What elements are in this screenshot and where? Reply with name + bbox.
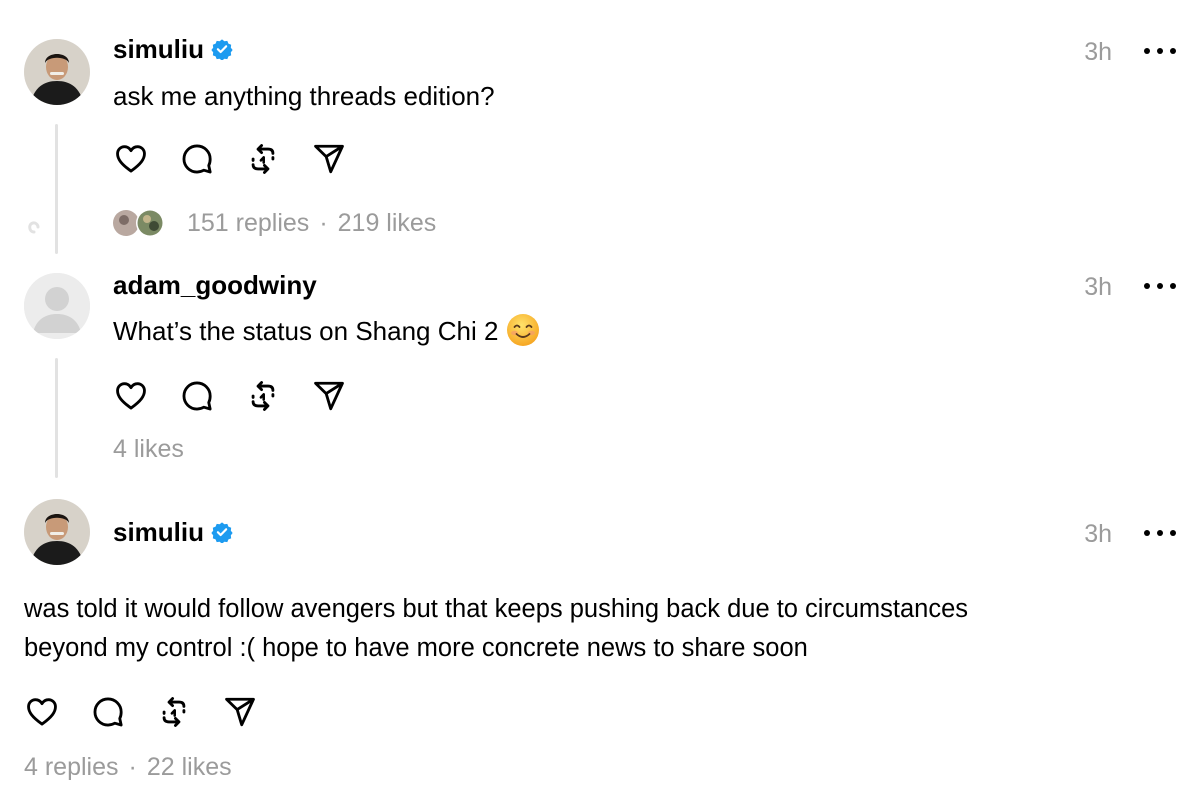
post-text: What’s the status on Shang Chi 2 [113,312,540,350]
reply-button[interactable] [179,141,215,177]
comment-icon [93,697,123,727]
post-stats: 4 likes [113,434,184,464]
send-icon [225,697,255,727]
replier-avatars [112,207,172,239]
smiling-face-emoji [507,314,540,346]
verified-badge-icon [211,522,233,543]
post-username[interactable]: simuliu [113,32,233,66]
like-button[interactable] [24,694,60,730]
more-icon[interactable] [1144,523,1176,543]
stats-separator: · [319,209,328,237]
post-timestamp: 3h [1084,273,1112,301]
post-timestamp: 3h [1084,520,1112,548]
username-text[interactable]: simuliu [113,32,204,66]
post-actions [24,694,288,730]
more-icon[interactable] [1144,41,1176,61]
comment-icon [182,381,212,411]
share-button[interactable] [311,141,347,177]
verified-badge-icon [211,39,233,60]
comment-icon [182,144,212,174]
username-text[interactable]: simuliu [113,515,204,549]
repost-icon [251,144,275,174]
like-button[interactable] [113,141,149,177]
thread-line [55,124,58,254]
heart-icon [27,698,57,726]
replies-count[interactable]: 4 replies [24,752,119,782]
post-username[interactable]: simuliu [113,515,233,549]
post-actions [113,378,377,414]
more-dot [1157,48,1163,54]
reply-button[interactable] [179,378,215,414]
thread-line [55,358,58,478]
reply-button[interactable] [90,694,126,730]
share-button[interactable] [222,694,258,730]
post-text-line: beyond my control :( hope to have more c… [24,634,808,662]
post-text-content: What’s the status on Shang Chi 2 [113,316,499,346]
more-dot [1144,530,1150,536]
post-text-line: was told it would follow avengers but th… [24,595,969,623]
username-text[interactable]: adam_goodwiny [113,268,317,302]
more-icon[interactable] [1144,276,1176,296]
stats-separator: · [128,753,137,781]
post-stats: 151 replies · 219 likes [187,208,436,238]
post-actions [113,141,377,177]
more-dot [1170,283,1176,289]
post-username[interactable]: adam_goodwiny [113,268,317,302]
more-dot [1157,530,1163,536]
repost-icon [251,381,275,411]
repost-button[interactable] [245,378,281,414]
avatar-adam-goodwiny[interactable] [24,273,90,339]
repost-button[interactable] [245,141,281,177]
likes-count[interactable]: 4 likes [113,434,184,464]
avatar-simuliu[interactable] [24,39,90,105]
replies-count[interactable]: 151 replies [187,208,309,238]
likes-count[interactable]: 219 likes [338,208,437,238]
thread-loop-icon [26,211,52,240]
more-dot [1144,48,1150,54]
likes-count[interactable]: 22 likes [147,752,232,782]
send-icon [314,381,344,411]
more-dot [1144,283,1150,289]
more-dot [1157,283,1163,289]
send-icon [314,144,344,174]
more-dot [1170,48,1176,54]
heart-icon [116,145,146,173]
avatar-simuliu[interactable] [24,499,90,565]
thread-view: simuliu 3h ask me anything threads editi… [0,0,1200,803]
share-button[interactable] [311,378,347,414]
heart-icon [116,382,146,410]
like-button[interactable] [113,378,149,414]
post-text: ask me anything threads edition? [113,81,495,111]
post-timestamp: 3h [1084,38,1112,66]
post-stats: 4 replies · 22 likes [24,752,232,782]
repost-icon [162,697,186,727]
more-dot [1170,530,1176,536]
repost-button[interactable] [156,694,192,730]
